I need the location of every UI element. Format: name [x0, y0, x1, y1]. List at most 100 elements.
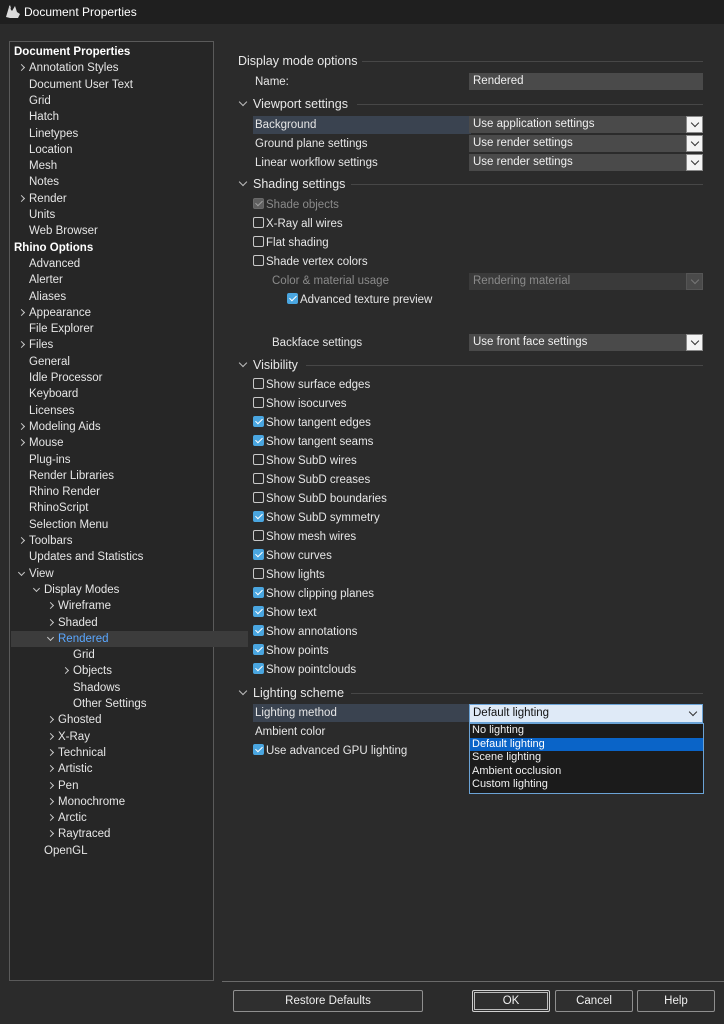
tree-item-file-explorer[interactable]: File Explorer — [17, 321, 94, 337]
tree-item-rhino-options[interactable]: Rhino Options — [14, 240, 93, 256]
tree-item-display-modes[interactable]: Display Modes — [32, 582, 119, 598]
show-subd-boundaries-checkbox[interactable]: Show SubD boundaries — [253, 490, 387, 509]
tree-item-view[interactable]: View — [17, 566, 54, 582]
show-subd-creases-checkbox[interactable]: Show SubD creases — [253, 471, 370, 490]
chevron-right-icon[interactable] — [46, 598, 58, 614]
checkbox-checked-icon[interactable] — [253, 625, 264, 637]
checkbox-icon[interactable] — [253, 255, 264, 267]
show-text-checkbox[interactable]: Show text — [253, 604, 317, 623]
show-annotations-checkbox[interactable]: Show annotations — [253, 623, 357, 642]
tree-item-location[interactable]: Location — [17, 142, 72, 158]
advanced-texture-checkbox[interactable]: Advanced texture preview — [287, 291, 432, 310]
chevron-right-icon[interactable] — [46, 712, 58, 728]
chevron-right-icon[interactable] — [46, 615, 58, 631]
chevron-right-icon[interactable] — [17, 337, 29, 353]
checkbox-checked-icon[interactable] — [253, 416, 264, 428]
checkbox-checked-icon[interactable] — [253, 511, 264, 523]
xray-checkbox[interactable]: X-Ray all wires — [253, 215, 343, 234]
dropdown-option-default-lighting[interactable]: Default lighting — [470, 737, 703, 751]
chevron-right-icon[interactable] — [46, 729, 58, 745]
checkbox-icon[interactable] — [253, 217, 264, 229]
background-select[interactable]: Use application settings — [469, 116, 703, 133]
backface-select[interactable]: Use front face settings — [469, 334, 703, 351]
restore-defaults-button[interactable]: Restore Defaults — [233, 990, 423, 1012]
settings-tree[interactable]: Document Properties Annotation Styles Docu… — [9, 41, 248, 981]
chevron-down-icon[interactable] — [17, 566, 29, 582]
checkbox-icon[interactable] — [253, 473, 264, 485]
checkbox-checked-icon[interactable] — [253, 549, 264, 561]
tree-item-selection-menu[interactable]: Selection Menu — [17, 517, 108, 533]
tree-item-objects[interactable]: Objects — [61, 663, 112, 679]
tree-item-modeling-aids[interactable]: Modeling Aids — [17, 419, 101, 435]
checkbox-icon[interactable] — [253, 492, 264, 504]
tree-item-mouse[interactable]: Mouse — [17, 435, 64, 451]
tree-item-shadows[interactable]: Shadows — [61, 680, 120, 696]
tree-item-opengl[interactable]: OpenGL — [32, 843, 87, 859]
chevron-right-icon[interactable] — [17, 533, 29, 549]
vertex-colors-checkbox[interactable]: Shade vertex colors — [253, 253, 368, 272]
chevron-right-icon[interactable] — [46, 810, 58, 826]
chevron-down-icon[interactable] — [686, 116, 703, 133]
checkbox-checked-icon[interactable] — [253, 644, 264, 656]
checkbox-icon[interactable] — [253, 236, 264, 248]
ground-plane-select[interactable]: Use render settings — [469, 135, 703, 152]
show-surface-edges-checkbox[interactable]: Show surface edges — [253, 376, 370, 395]
lighting-scheme-heading[interactable]: Lighting scheme — [238, 685, 344, 701]
chevron-down-icon[interactable] — [46, 631, 58, 647]
show-points-checkbox[interactable]: Show points — [253, 642, 329, 661]
show-isocurves-checkbox[interactable]: Show isocurves — [253, 395, 347, 414]
checkbox-checked-icon[interactable] — [287, 293, 298, 305]
tree-item-annotation-styles[interactable]: Annotation Styles — [17, 60, 119, 76]
checkbox-checked-icon[interactable] — [253, 744, 264, 756]
chevron-right-icon[interactable] — [46, 794, 58, 810]
tree-item-linetypes[interactable]: Linetypes — [17, 126, 78, 142]
tree-item-rendered[interactable]: Rendered — [11, 630, 248, 647]
show-tangent-seams-checkbox[interactable]: Show tangent seams — [253, 433, 373, 452]
tree-item-aliases[interactable]: Aliases — [17, 289, 66, 305]
tree-item-keyboard[interactable]: Keyboard — [17, 386, 78, 402]
tree-item-units[interactable]: Units — [17, 207, 55, 223]
chevron-right-icon[interactable] — [46, 826, 58, 842]
tree-item-alerter[interactable]: Alerter — [17, 272, 63, 288]
tree-item-shaded[interactable]: Shaded — [46, 615, 98, 631]
tree-item-ghosted[interactable]: Ghosted — [46, 712, 101, 728]
tree-item-updates-and-statistics[interactable]: Updates and Statistics — [17, 549, 143, 565]
collapse-chevron-icon[interactable] — [238, 685, 250, 699]
checkbox-icon[interactable] — [253, 454, 264, 466]
chevron-right-icon[interactable] — [17, 191, 29, 207]
tree-item-web-browser[interactable]: Web Browser — [17, 223, 98, 239]
visibility-heading[interactable]: Visibility — [238, 357, 298, 373]
tree-item-mesh[interactable]: Mesh — [17, 158, 57, 174]
tree-item-raytraced[interactable]: Raytraced — [46, 826, 110, 842]
tree-item-rhino-render[interactable]: Rhino Render — [17, 484, 100, 500]
show-curves-checkbox[interactable]: Show curves — [253, 547, 332, 566]
tree-item-technical[interactable]: Technical — [46, 745, 106, 761]
tree-item-monochrome[interactable]: Monochrome — [46, 794, 125, 810]
show-lights-checkbox[interactable]: Show lights — [253, 566, 325, 585]
checkbox-icon[interactable] — [253, 568, 264, 580]
tree-item-appearance[interactable]: Appearance — [17, 305, 91, 321]
tree-item-artistic[interactable]: Artistic — [46, 761, 93, 777]
chevron-down-icon[interactable] — [686, 154, 703, 171]
checkbox-checked-icon[interactable] — [253, 663, 264, 675]
checkbox-icon[interactable] — [253, 378, 264, 390]
tree-item-general[interactable]: General — [17, 354, 70, 370]
show-subd-symmetry-checkbox[interactable]: Show SubD symmetry — [253, 509, 380, 528]
show-mesh-wires-checkbox[interactable]: Show mesh wires — [253, 528, 356, 547]
collapse-chevron-icon[interactable] — [238, 357, 250, 371]
tree-item-render[interactable]: Render — [17, 191, 67, 207]
tree-item-plug-ins[interactable]: Plug-ins — [17, 452, 71, 468]
chevron-right-icon[interactable] — [46, 778, 58, 794]
show-clipping-planes-checkbox[interactable]: Show clipping planes — [253, 585, 374, 604]
dropdown-option-scene-lighting[interactable]: Scene lighting — [470, 751, 703, 765]
tree-item-document-properties[interactable]: Document Properties — [14, 44, 130, 60]
tree-item-hatch[interactable]: Hatch — [17, 109, 59, 125]
tree-item-pen[interactable]: Pen — [46, 778, 78, 794]
shading-settings-heading[interactable]: Shading settings — [238, 176, 345, 192]
collapse-chevron-icon[interactable] — [238, 96, 250, 110]
lighting-method-select[interactable]: Default lighting — [469, 704, 703, 723]
linear-workflow-select[interactable]: Use render settings — [469, 154, 703, 171]
checkbox-icon[interactable] — [253, 397, 264, 409]
gpu-lighting-checkbox[interactable]: Use advanced GPU lighting — [253, 742, 407, 761]
name-field[interactable]: Rendered — [469, 73, 703, 90]
